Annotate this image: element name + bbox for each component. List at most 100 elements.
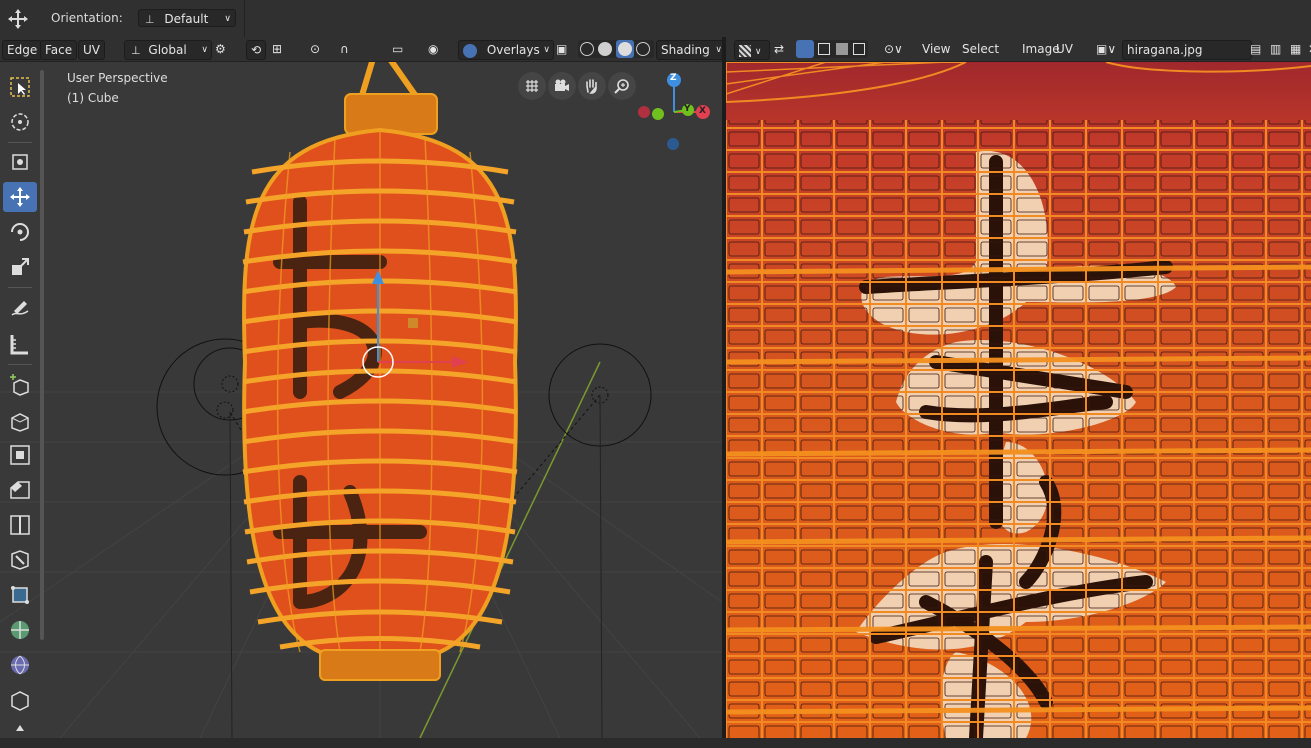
toolbar-separator xyxy=(8,364,32,365)
sticky-selection-icon[interactable]: ⊙∨ xyxy=(880,40,907,58)
move-tool[interactable] xyxy=(3,147,37,177)
inset-faces-tool[interactable] xyxy=(3,440,37,470)
grid-icon xyxy=(526,80,538,92)
image-browse-icon[interactable]: ▣∨ xyxy=(1092,40,1120,58)
overlays-icon xyxy=(463,43,477,58)
shading-dropdown[interactable]: Shading ∨ xyxy=(656,40,726,60)
zoom-icon xyxy=(614,79,629,94)
spin-icon xyxy=(11,621,29,639)
image-name-field[interactable]: hiragana.jpg xyxy=(1122,40,1252,60)
spin-tool[interactable] xyxy=(3,615,37,645)
shading-modes xyxy=(578,40,654,58)
falloff-icon[interactable]: ∩ xyxy=(336,40,353,58)
snap-icon[interactable]: ⟲ xyxy=(246,40,267,60)
gizmo-z-label: Z xyxy=(670,73,677,83)
orientation-axes-icon: ⊥ xyxy=(145,13,155,26)
ruler-icon xyxy=(10,335,28,355)
tool-settings-bar: Orientation: ⊥ Default ∨ xyxy=(0,0,1311,38)
uv-texture-view xyxy=(726,62,1311,738)
poly-build-tool[interactable] xyxy=(3,580,37,610)
menu-edge[interactable]: Edge xyxy=(2,40,43,60)
toolbar-separator xyxy=(8,142,32,143)
move-tool-icon[interactable] xyxy=(6,7,30,31)
navigation-gizmo[interactable]: Z Y X xyxy=(636,70,714,156)
bevel-tool[interactable] xyxy=(3,475,37,505)
folder-icon[interactable]: ▦ xyxy=(1286,40,1305,58)
axes-icon: ⊥ xyxy=(131,44,141,57)
loop-cut-tool[interactable] xyxy=(3,510,37,540)
edge-slide-tool[interactable] xyxy=(3,685,37,715)
uv-editor-canvas[interactable] xyxy=(726,62,1311,738)
chevron-down-icon: ∨ xyxy=(201,45,208,55)
scale-icon xyxy=(12,258,29,275)
menu-uv[interactable]: UV xyxy=(1052,40,1077,58)
measure-tool[interactable] xyxy=(3,329,37,359)
add-cube-icon xyxy=(10,374,29,396)
select-box-tool[interactable] xyxy=(3,72,37,102)
snap-target-icon[interactable]: ⊞ xyxy=(268,40,286,58)
sync-selection-icon[interactable]: ⇄ xyxy=(770,40,788,58)
add-cube-tool[interactable] xyxy=(3,370,37,400)
view-object-types-icon[interactable]: ▭ xyxy=(388,40,407,58)
solid-shading-icon[interactable] xyxy=(598,42,612,56)
menu-uv[interactable]: UV xyxy=(78,40,105,60)
menu-view[interactable]: View xyxy=(918,40,954,58)
face-select-icon[interactable] xyxy=(836,43,848,55)
menu-select[interactable]: Select xyxy=(958,40,1003,58)
uv-editor-icon xyxy=(739,44,751,57)
menu-face[interactable]: Face xyxy=(40,40,78,60)
pan-view-button[interactable] xyxy=(578,72,606,100)
toolbar-scrollbar[interactable] xyxy=(40,70,44,640)
uv-editor-header: ∨ ⇄ ⊙∨ View Select Image UV ▣∨ hiragana.… xyxy=(726,37,1311,62)
3d-viewport[interactable]: User Perspective (1) Cube Z Y X xyxy=(0,62,722,738)
rendered-shading-icon[interactable] xyxy=(636,42,650,56)
lantern-mesh xyxy=(242,62,518,681)
shrink-fatten-tool[interactable] xyxy=(3,718,37,748)
transform-tool[interactable] xyxy=(3,182,37,212)
new-image-icon[interactable]: ▤ xyxy=(1246,40,1265,58)
visibility-eye-icon[interactable]: ◉ xyxy=(424,40,442,58)
cursor-tool[interactable] xyxy=(3,107,37,137)
selection-modes xyxy=(796,40,868,58)
toggle-grid-view-button[interactable] xyxy=(518,72,546,100)
smooth-tool[interactable] xyxy=(3,650,37,680)
editor-type-dropdown[interactable]: ∨ xyxy=(734,40,770,60)
chevron-down-icon: ∨ xyxy=(224,14,231,24)
knife-tool[interactable] xyxy=(3,545,37,575)
close-icon[interactable]: ✕ xyxy=(1304,40,1311,58)
camera-view-button[interactable] xyxy=(548,72,576,100)
chevron-down-icon: ∨ xyxy=(543,45,550,55)
overlays-label: Overlays xyxy=(486,43,540,57)
orientation-value: Default xyxy=(164,12,209,26)
vertex-select-icon[interactable] xyxy=(796,40,814,58)
scale-tool[interactable] xyxy=(3,252,37,282)
island-select-icon[interactable] xyxy=(853,43,865,55)
wireframe-shading-icon[interactable] xyxy=(580,42,594,56)
image-name-value: hiragana.jpg xyxy=(1127,43,1203,57)
shrink-fatten-icon xyxy=(16,725,24,731)
topbar-separator xyxy=(244,0,245,37)
edge-select-icon[interactable] xyxy=(818,43,830,55)
xray-icon[interactable]: ▣ xyxy=(552,40,571,58)
inset-icon xyxy=(10,445,30,465)
edge-slide-icon xyxy=(11,691,29,711)
material-shading-icon[interactable] xyxy=(616,40,634,58)
perspective-label: User Perspective xyxy=(67,71,168,85)
pivot-point-icon[interactable]: ⚙ xyxy=(211,40,230,58)
proportional-edit-icon[interactable]: ⊙ xyxy=(306,40,324,58)
annotate-tool[interactable] xyxy=(3,294,37,324)
open-image-icon[interactable]: ▥ xyxy=(1266,40,1285,58)
orientation-dropdown[interactable]: ⊥ Default ∨ xyxy=(138,9,236,27)
rotate-icon xyxy=(11,223,29,241)
zoom-view-button[interactable] xyxy=(608,72,636,100)
knife-icon xyxy=(11,550,29,570)
toolbar-separator xyxy=(8,287,32,288)
rotate-tool[interactable] xyxy=(3,217,37,247)
orientation-label: Orientation: xyxy=(51,11,123,25)
pencil-icon xyxy=(11,301,29,316)
chevron-down-icon: ∨ xyxy=(754,47,762,57)
transform-orientation-dropdown[interactable]: ⊥ Global ∨ xyxy=(124,40,212,60)
overlays-dropdown[interactable]: Overlays ∨ xyxy=(458,40,554,60)
hand-icon xyxy=(586,79,597,94)
extrude-tool[interactable] xyxy=(3,405,37,435)
